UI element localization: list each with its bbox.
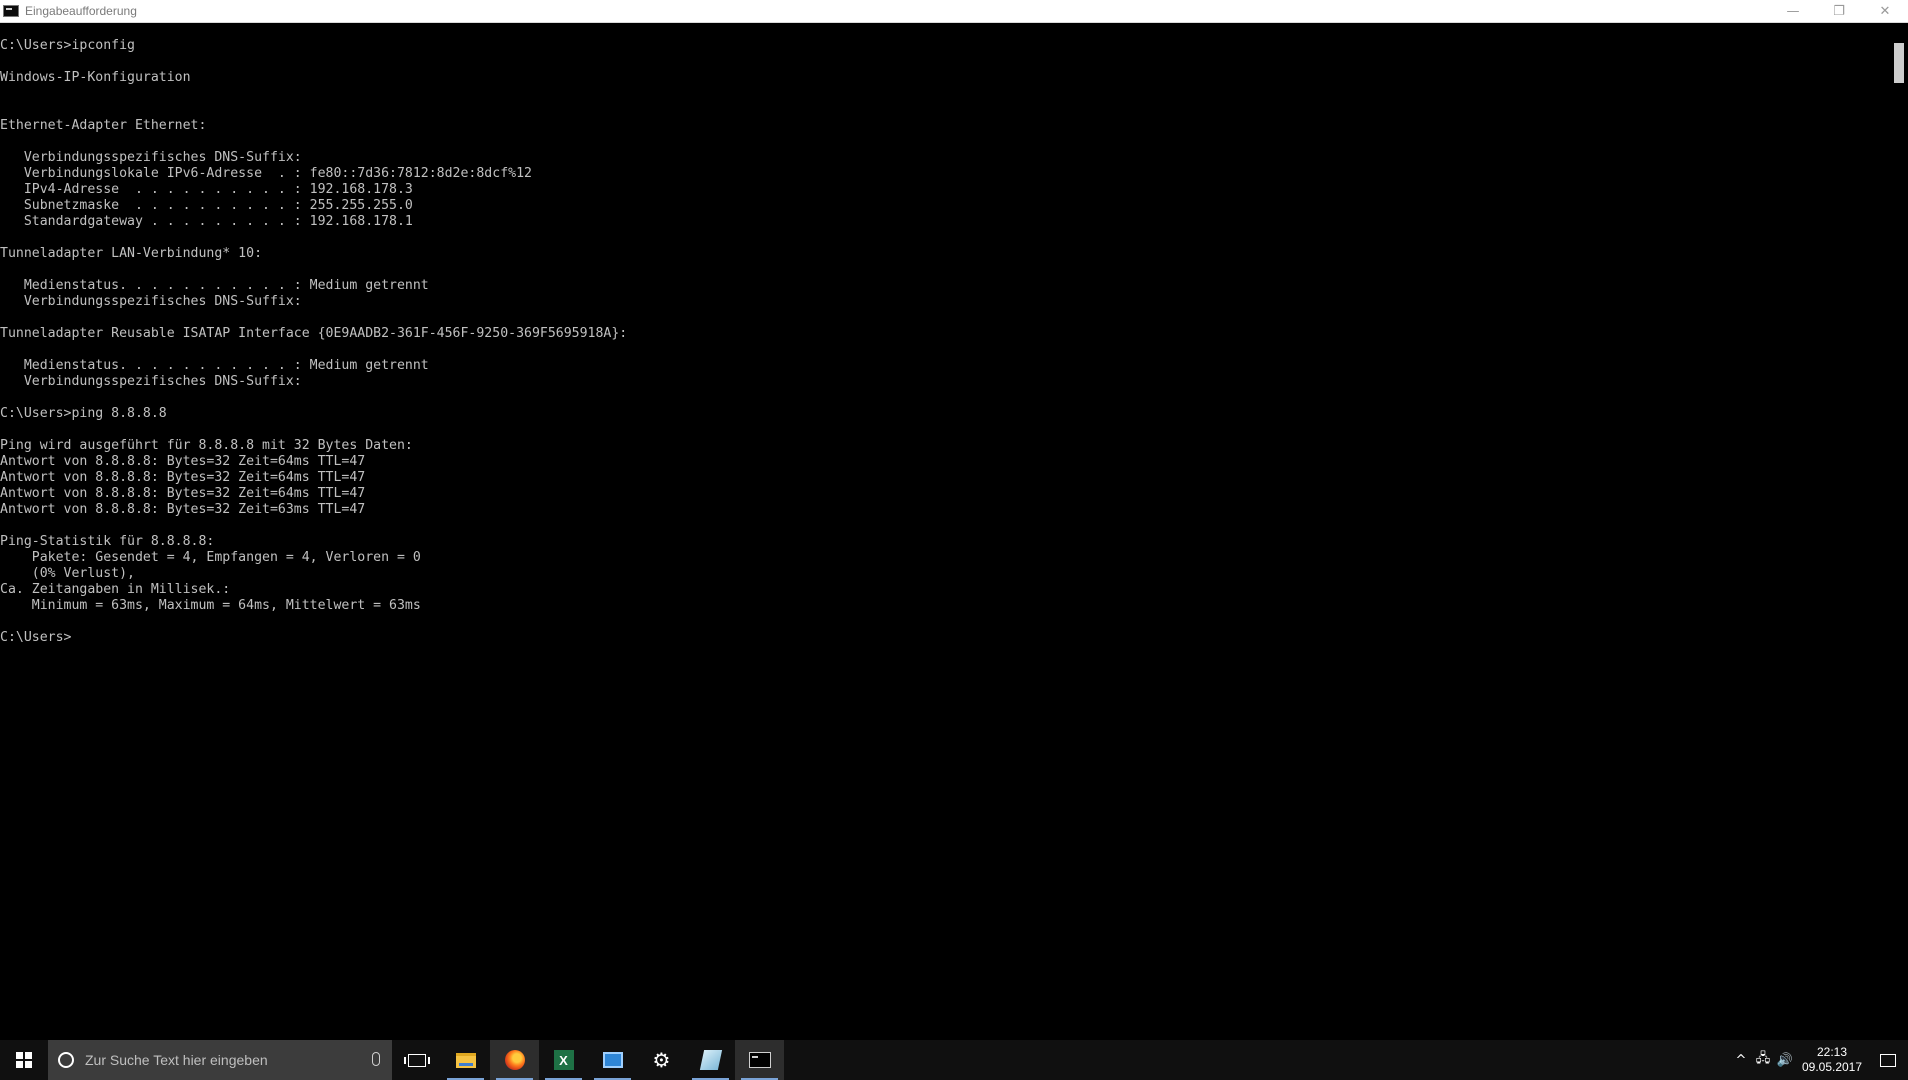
taskbar-search-box[interactable]: Zur Suche Text hier eingeben	[48, 1040, 392, 1080]
console-output[interactable]: C:\Users>ipconfig Windows-IP-Konfigurati…	[0, 23, 1890, 1040]
gear-icon: ⚙	[652, 1048, 671, 1072]
taskbar-clock[interactable]: 22:13 09.05.2017	[1796, 1045, 1868, 1075]
search-placeholder: Zur Suche Text hier eingeben	[85, 1052, 268, 1068]
taskbar-task-view[interactable]	[392, 1040, 441, 1080]
task-view-icon	[403, 1053, 430, 1067]
taskbar: Zur Suche Text hier eingeben X ⚙ ^ 🖧 🔊 2…	[0, 1040, 1908, 1080]
window-title: Eingabeaufforderung	[25, 4, 137, 18]
folder-icon	[455, 1052, 476, 1068]
volume-icon[interactable]: 🔊	[1774, 1053, 1796, 1068]
cortana-icon	[58, 1052, 74, 1068]
excel-icon: X	[553, 1050, 574, 1070]
firefox-icon	[504, 1050, 525, 1070]
taskbar-file-explorer[interactable]	[441, 1040, 490, 1080]
action-center-button[interactable]	[1868, 1040, 1908, 1080]
taskbar-settings[interactable]: ⚙	[637, 1040, 686, 1080]
console-scrollbar[interactable]	[1890, 23, 1908, 1040]
console-text: C:\Users>ipconfig Windows-IP-Konfigurati…	[0, 38, 628, 645]
close-button[interactable]: ✕	[1862, 0, 1908, 23]
minimize-button[interactable]: —	[1770, 0, 1816, 23]
window-controls: — ❐ ✕	[1770, 0, 1908, 23]
microphone-icon[interactable]	[372, 1052, 380, 1066]
network-status-icon[interactable]: 🖧	[1752, 1049, 1774, 1071]
windows-logo-icon	[16, 1052, 32, 1068]
taskbar-firefox[interactable]	[490, 1040, 539, 1080]
cmd-icon	[748, 1052, 771, 1068]
taskbar-command-prompt[interactable]	[735, 1040, 784, 1080]
taskbar-network-app[interactable]	[588, 1040, 637, 1080]
scrollbar-thumb[interactable]	[1894, 43, 1904, 83]
network-icon	[602, 1052, 623, 1068]
start-button[interactable]	[0, 1040, 48, 1080]
cmd-app-icon	[3, 5, 19, 17]
notification-icon	[1880, 1053, 1896, 1067]
system-tray: ^ 🖧 🔊 22:13 09.05.2017	[1730, 1040, 1908, 1080]
maximize-button[interactable]: ❐	[1816, 0, 1862, 23]
clock-time: 22:13	[1816, 1045, 1848, 1059]
chevron-up-icon[interactable]: ^	[1730, 1053, 1752, 1068]
taskbar-notepad[interactable]	[686, 1040, 735, 1080]
notepad-icon	[699, 1050, 722, 1070]
window-titlebar[interactable]: Eingabeaufforderung — ❐ ✕	[0, 0, 1908, 23]
clock-date: 09.05.2017	[1801, 1060, 1863, 1074]
taskbar-excel[interactable]: X	[539, 1040, 588, 1080]
